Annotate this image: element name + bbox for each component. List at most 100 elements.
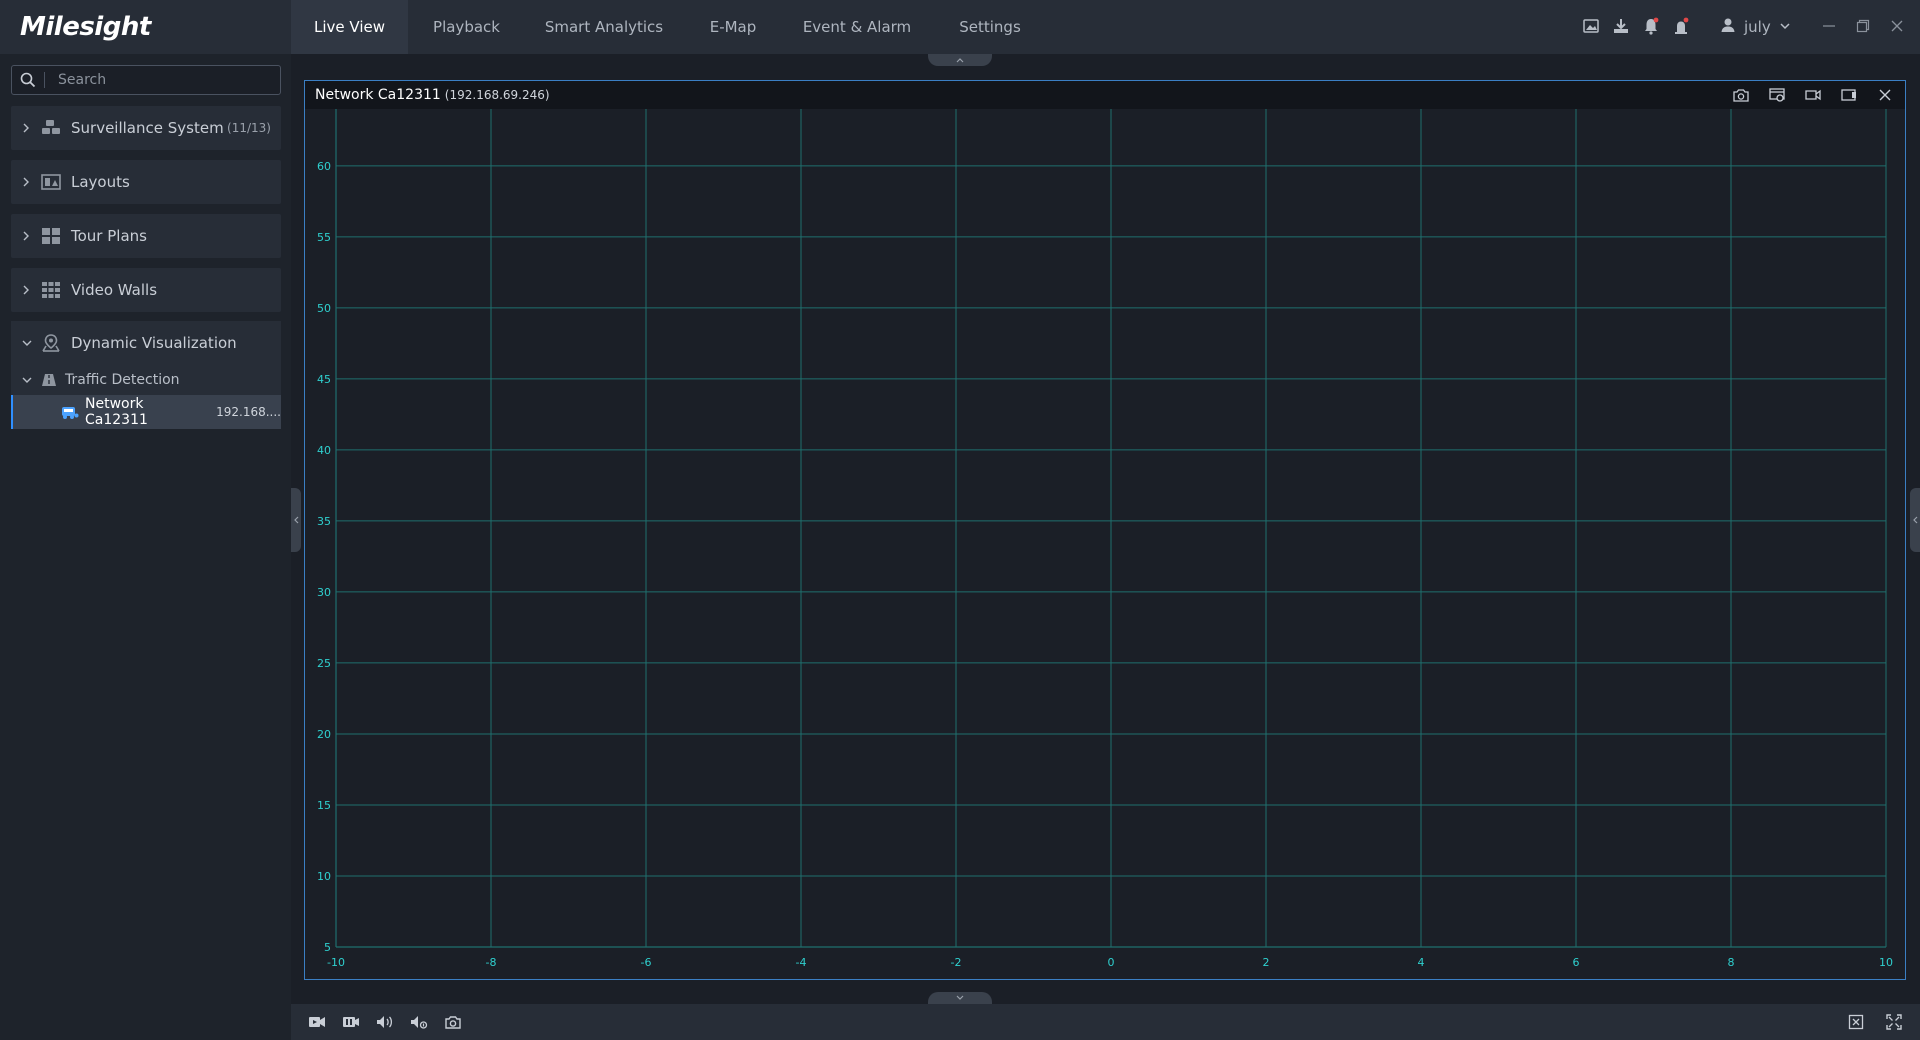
sidebar-group-dynamic-visualization: Dynamic Visualization Traffic Detection … [11, 321, 281, 429]
y-tick-label: 10 [317, 870, 331, 883]
bell-icon[interactable] [1642, 16, 1660, 36]
sidebar-item-surveillance-system[interactable]: Surveillance System (11/13) [11, 106, 281, 150]
search-input[interactable] [58, 70, 268, 90]
close-all-icon[interactable] [1846, 1013, 1866, 1031]
panel-ip: (192.168.69.246) [444, 88, 550, 102]
x-tick-label: 10 [1879, 956, 1893, 969]
surveillance-icon [41, 119, 63, 137]
user-icon [1720, 17, 1736, 37]
layouts-icon [41, 173, 63, 191]
y-tick-label: 55 [317, 231, 331, 244]
image-icon[interactable] [1582, 16, 1600, 36]
sidebar-item-label: Traffic Detection [65, 372, 180, 388]
x-tick-label: 6 [1573, 956, 1580, 969]
tab-settings[interactable]: Settings [931, 0, 1049, 54]
sidebar-item-layouts[interactable]: Layouts [11, 160, 281, 204]
y-tick-label: 45 [317, 373, 331, 386]
y-tick-label: 15 [317, 799, 331, 812]
trajectory-chart: -10 -8 -6 -4 -2 0 2 4 6 8 10 5 10 15 20 25 30 35 40 45 50 55 6… [317, 109, 1893, 969]
x-tick-label: 4 [1418, 956, 1425, 969]
user-menu[interactable]: july [1720, 0, 1791, 54]
minimize-icon[interactable] [1820, 16, 1838, 36]
x-tick-label: 8 [1728, 956, 1735, 969]
chevron-down-icon [11, 375, 33, 385]
tab-playback[interactable]: Playback [408, 0, 525, 54]
y-tick-label: 20 [317, 728, 331, 741]
x-tick-label: -8 [486, 956, 497, 969]
x-tick-label: -2 [951, 956, 962, 969]
camera-list-item[interactable]: Network Ca12311 192.168.... [11, 395, 281, 429]
y-tick-label: 25 [317, 657, 331, 670]
x-tick-label: -4 [796, 956, 807, 969]
audio-icon[interactable] [375, 1013, 395, 1031]
collapse-left-handle[interactable] [291, 488, 301, 552]
collapse-bottom-handle[interactable] [928, 992, 992, 1004]
alarm-icon[interactable] [1672, 16, 1690, 36]
camera-name: Network Ca12311 [85, 396, 148, 428]
bottom-tools-right [1846, 1013, 1904, 1031]
sidebar-item-video-walls[interactable]: Video Walls [11, 268, 281, 312]
device-count: (11/13) [227, 121, 271, 135]
sidebar-item-tour-plans[interactable]: Tour Plans [11, 214, 281, 258]
x-tick-label: 0 [1108, 956, 1115, 969]
live-video-icon[interactable] [307, 1013, 327, 1031]
y-tick-label: 60 [317, 160, 331, 173]
chevron-right-icon [11, 230, 33, 242]
chevron-down-icon [11, 338, 33, 348]
app-logo: Milesight [20, 12, 151, 42]
y-tick-label: 35 [317, 515, 331, 528]
sidebar-item-dynamic-visualization[interactable]: Dynamic Visualization [11, 321, 281, 365]
sidebar-item-label: Layouts [71, 173, 130, 191]
camera-icon[interactable] [443, 1013, 463, 1031]
bottom-tools-left [307, 1013, 463, 1031]
fullscreen-icon[interactable] [1884, 1013, 1904, 1031]
x-tick-label: -6 [641, 956, 652, 969]
download-icon[interactable] [1612, 16, 1630, 36]
search-divider [44, 72, 45, 88]
app-window: Milesight Live View Playback Smart Analy… [0, 0, 1920, 1040]
window-controls [1820, 16, 1906, 36]
sidebar-item-traffic-detection[interactable]: Traffic Detection [11, 365, 281, 395]
video-panel[interactable]: Network Ca12311 (192.168.69.246) -10 -8 … [304, 80, 1906, 980]
chevron-right-icon [11, 284, 33, 296]
close-icon[interactable] [1875, 85, 1895, 105]
tab-smart-analytics[interactable]: Smart Analytics [525, 0, 683, 54]
tab-live-view[interactable]: Live View [291, 0, 408, 54]
vehicle-camera-icon [61, 404, 79, 420]
sidebar: Surveillance System (11/13) Layouts Tour… [0, 54, 291, 1040]
record-video-icon[interactable] [341, 1013, 361, 1031]
snapshot-icon[interactable] [1731, 85, 1751, 105]
sidebar-item-label: Dynamic Visualization [71, 334, 237, 352]
restore-icon[interactable] [1854, 16, 1872, 36]
panel-toolbar [1731, 85, 1895, 105]
chevron-right-icon [11, 176, 33, 188]
video-mode-icon[interactable] [1839, 85, 1859, 105]
x-tick-label: -10 [327, 956, 345, 969]
y-tick-label: 40 [317, 444, 331, 457]
two-way-audio-icon[interactable] [409, 1013, 429, 1031]
y-tick-label: 5 [324, 941, 331, 954]
road-icon [41, 373, 59, 387]
search-box [11, 65, 281, 95]
chevron-right-icon [11, 122, 33, 134]
sidebar-item-label: Surveillance System [71, 119, 224, 137]
sidebar-item-label: Tour Plans [71, 227, 147, 245]
tour-plans-icon [41, 227, 63, 245]
y-tick-label: 50 [317, 302, 331, 315]
panel-title: Network Ca12311 [315, 87, 441, 103]
collapse-right-handle[interactable] [1910, 488, 1920, 552]
close-icon[interactable] [1888, 16, 1906, 36]
tab-event-alarm[interactable]: Event & Alarm [783, 0, 931, 54]
map-pin-icon [41, 334, 63, 352]
header-icons [1582, 16, 1690, 36]
stream-settings-icon[interactable] [1767, 85, 1787, 105]
collapse-top-handle[interactable] [928, 54, 992, 66]
camera-ip: 192.168.... [216, 405, 281, 419]
top-bar: Milesight Live View Playback Smart Analy… [0, 0, 1920, 54]
record-icon[interactable] [1803, 85, 1823, 105]
tab-e-map[interactable]: E-Map [683, 0, 783, 54]
main-nav: Live View Playback Smart Analytics E-Map… [291, 0, 1049, 54]
video-walls-icon [41, 281, 63, 299]
bottom-toolbar [291, 1004, 1920, 1040]
sidebar-item-label: Video Walls [71, 281, 158, 299]
